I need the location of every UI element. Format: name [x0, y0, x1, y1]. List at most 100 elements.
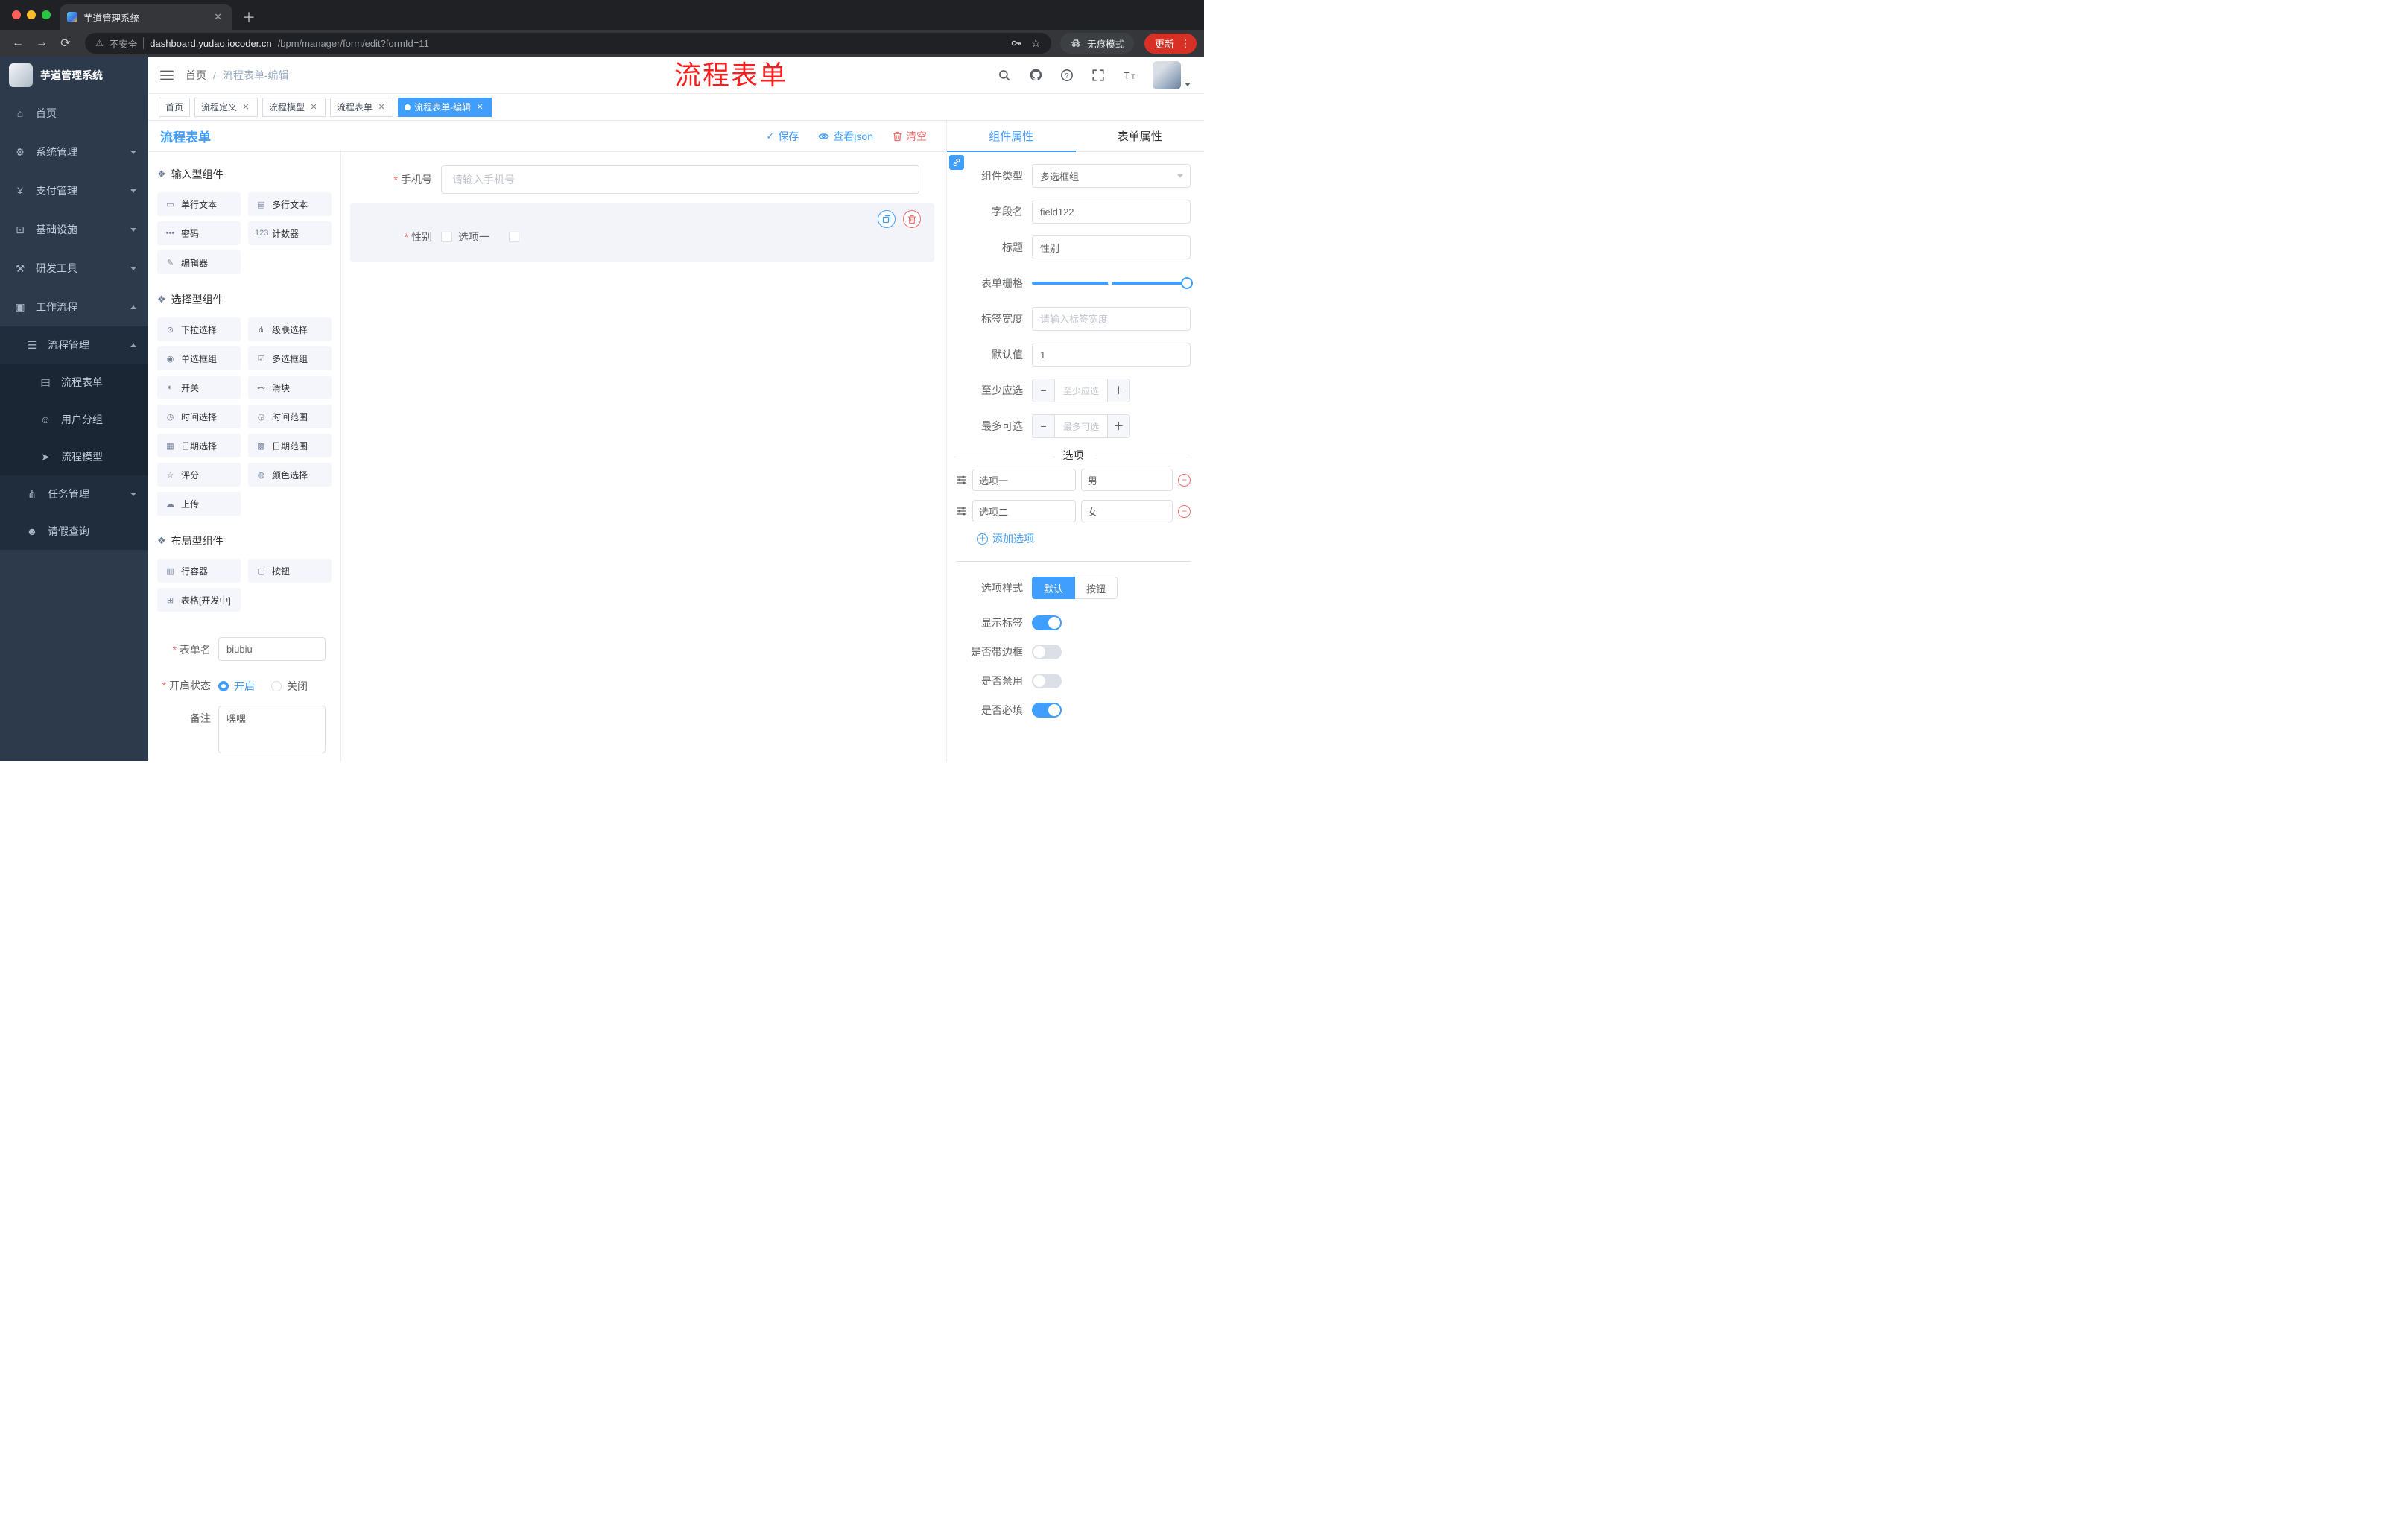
sidebar-item-process-form[interactable]: ▤ 流程表单 [0, 364, 148, 401]
border-switch[interactable] [1032, 645, 1062, 659]
form-grid-slider[interactable] [1032, 271, 1193, 295]
palette-item-multi-text[interactable]: ▤ 多行文本 [248, 192, 332, 216]
option-drag-icon[interactable] [956, 506, 967, 516]
browser-menu-icon[interactable]: ⋮ [1180, 37, 1191, 50]
palette-item-time-picker[interactable]: ◷ 时间选择 [157, 405, 241, 428]
font-size-icon[interactable]: TT [1121, 67, 1138, 83]
palette-item-counter[interactable]: 123 计数器 [248, 221, 332, 245]
tag-process-form[interactable]: 流程表单 ✕ [330, 97, 394, 117]
status-off-radio[interactable]: 关闭 [271, 679, 308, 694]
palette-item-single-text[interactable]: ▭ 单行文本 [157, 192, 241, 216]
help-icon[interactable]: ? [1059, 67, 1075, 83]
palette-item-cascader[interactable]: ⋔ 级联选择 [248, 317, 332, 341]
close-window-button[interactable] [12, 10, 21, 19]
palette-item-table[interactable]: ⊞ 表格[开发中] [157, 588, 241, 612]
palette-item-date-range[interactable]: ▩ 日期范围 [248, 434, 332, 457]
sidebar-item-devtools[interactable]: ⚒ 研发工具 [0, 249, 148, 288]
sidebar-item-system[interactable]: ⚙ 系统管理 [0, 133, 148, 171]
form-name-input[interactable] [218, 637, 326, 661]
min-count-stepper[interactable]: − 至少应选 ＋ [1032, 379, 1130, 402]
save-button[interactable]: ✓ 保存 [766, 129, 799, 144]
copy-field-button[interactable] [878, 210, 896, 228]
max-count-stepper[interactable]: − 最多可选 ＋ [1032, 414, 1130, 438]
github-icon[interactable] [1027, 67, 1044, 83]
password-key-icon[interactable] [1010, 37, 1022, 49]
checkbox-option-2[interactable] [509, 232, 526, 242]
sidebar-item-process-management[interactable]: ☰ 流程管理 [0, 326, 148, 364]
field-name-input[interactable] [1032, 200, 1191, 224]
palette-item-row-container[interactable]: ▥ 行容器 [157, 559, 241, 583]
palette-item-editor[interactable]: ✎ 编辑器 [157, 250, 241, 274]
sidebar-item-infra[interactable]: ⊡ 基础设施 [0, 210, 148, 249]
palette-item-switch[interactable]: ◐ 开关 [157, 376, 241, 399]
palette-item-radio-group[interactable]: ◉ 单选框组 [157, 346, 241, 370]
new-tab-button[interactable]: ＋ [238, 7, 259, 28]
canvas-field-phone[interactable]: 手机号 [350, 161, 934, 198]
tab-close-icon[interactable]: ✕ [211, 10, 225, 25]
close-icon[interactable]: ✕ [308, 102, 319, 113]
increase-button[interactable]: ＋ [1107, 415, 1129, 437]
tag-home[interactable]: 首页 [159, 97, 191, 117]
required-switch[interactable] [1032, 703, 1062, 718]
avatar[interactable] [1153, 60, 1181, 89]
option-2-value-input[interactable] [1080, 500, 1173, 522]
min-count-placeholder[interactable]: 至少应选 [1055, 379, 1107, 402]
hamburger-icon[interactable] [148, 69, 186, 81]
tag-process-model[interactable]: 流程模型 ✕ [262, 97, 326, 117]
option-drag-icon[interactable] [956, 475, 967, 485]
slider-handle[interactable] [1181, 277, 1193, 289]
add-option-button[interactable]: ＋ 添加选项 [977, 531, 1191, 546]
remove-option-button[interactable]: − [1178, 504, 1191, 518]
palette-item-upload[interactable]: ☁ 上传 [157, 492, 241, 516]
label-width-input[interactable] [1032, 307, 1191, 331]
reload-button[interactable]: ⟳ [55, 33, 76, 54]
browser-tab[interactable]: 芋道管理系统 ✕ [60, 4, 232, 30]
clear-button[interactable]: 清空 [893, 129, 927, 144]
form-remark-textarea[interactable]: 嘿嘿 [218, 706, 326, 753]
option-1-value-input[interactable] [1080, 469, 1173, 491]
decrease-button[interactable]: − [1033, 415, 1055, 437]
sidebar-item-workflow[interactable]: ▣ 工作流程 [0, 288, 148, 326]
disabled-switch[interactable] [1032, 674, 1062, 688]
link-icon[interactable] [949, 155, 964, 170]
palette-item-button[interactable]: ▢ 按钮 [248, 559, 332, 583]
tab-form-props[interactable]: 表单属性 [1076, 121, 1205, 151]
option-2-label-input[interactable] [972, 500, 1076, 522]
style-button-button[interactable]: 按钮 [1075, 577, 1118, 599]
sidebar-item-home[interactable]: ⌂ 首页 [0, 94, 148, 133]
option-1-label-input[interactable] [972, 469, 1076, 491]
component-type-select[interactable] [1032, 164, 1191, 188]
canvas-field-gender[interactable]: 性别 选项一 [350, 203, 934, 262]
component-type-value[interactable] [1032, 164, 1191, 188]
tag-process-form-edit[interactable]: 流程表单-编辑 ✕ [398, 97, 492, 117]
breadcrumb-home[interactable]: 首页 [186, 68, 206, 83]
palette-item-time-range[interactable]: ◶ 时间范围 [248, 405, 332, 428]
close-icon[interactable]: ✕ [475, 102, 485, 113]
show-label-switch[interactable] [1032, 615, 1062, 630]
browser-update-button[interactable]: 更新 ⋮ [1144, 33, 1197, 54]
bookmark-star-icon[interactable]: ☆ [1031, 37, 1041, 50]
status-on-radio[interactable]: 开启 [218, 679, 255, 694]
zoom-window-button[interactable] [42, 10, 51, 19]
back-button[interactable]: ← [7, 33, 28, 54]
palette-item-rate[interactable]: ☆ 评分 [157, 463, 241, 487]
minimize-window-button[interactable] [27, 10, 36, 19]
sidebar-logo-row[interactable]: 芋道管理系统 [0, 57, 148, 94]
sidebar-item-leave-query[interactable]: ☻ 请假查询 [0, 513, 148, 550]
phone-input[interactable] [441, 165, 919, 194]
view-json-button[interactable]: 查看json [818, 129, 873, 144]
form-canvas[interactable]: 手机号 [341, 152, 946, 762]
security-label[interactable]: 不安全 [110, 37, 138, 51]
checkbox-option-1[interactable]: 选项一 [441, 229, 489, 244]
style-default-button[interactable]: 默认 [1032, 577, 1076, 599]
max-count-placeholder[interactable]: 最多可选 [1055, 415, 1107, 437]
palette-item-select[interactable]: ⊙ 下拉选择 [157, 317, 241, 341]
tag-process-definition[interactable]: 流程定义 ✕ [194, 97, 259, 117]
fullscreen-icon[interactable] [1090, 67, 1106, 83]
sidebar-item-task-management[interactable]: ⋔ 任务管理 [0, 475, 148, 513]
sidebar-item-user-group[interactable]: ☺ 用户分组 [0, 401, 148, 438]
tab-component-props[interactable]: 组件属性 [947, 121, 1076, 152]
palette-item-date-picker[interactable]: ▦ 日期选择 [157, 434, 241, 457]
palette-item-password[interactable]: ••• 密码 [157, 221, 241, 245]
palette-item-color-picker[interactable]: ◍ 颜色选择 [248, 463, 332, 487]
